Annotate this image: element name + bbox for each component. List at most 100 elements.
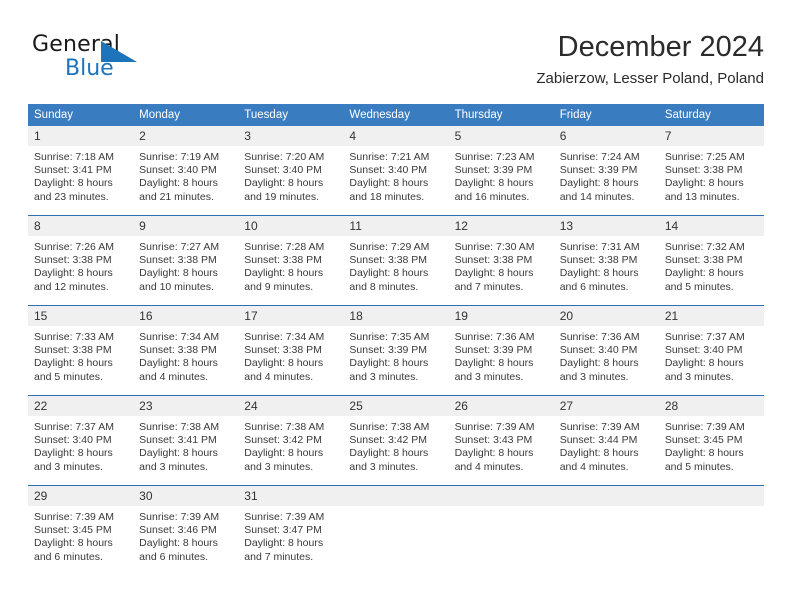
sunset-text: Sunset: 3:38 PM (139, 344, 217, 357)
calendar-day-cell-empty (343, 485, 449, 575)
calendar-day-cell[interactable]: 26 Sunrise: 7:39 AM Sunset: 3:43 PM Dayl… (448, 395, 554, 486)
sunset-text: Sunset: 3:38 PM (664, 164, 743, 177)
calendar-day-cell[interactable]: 3 Sunrise: 7:20 AM Sunset: 3:40 PM Dayli… (238, 126, 344, 216)
daylight-text-line2: and 19 minutes. (244, 190, 319, 203)
day-details (449, 506, 554, 511)
sunset-text: Sunset: 3:38 PM (664, 254, 743, 267)
calendar-day-cell[interactable]: 27 Sunrise: 7:39 AM Sunset: 3:44 PM Dayl… (553, 395, 659, 486)
daylight-text-line2: and 7 minutes. (454, 280, 524, 293)
daylight-text-line2: and 4 minutes. (244, 370, 314, 383)
calendar-page: General Blue December 2024 Zabierzow, Le… (0, 0, 792, 612)
calendar-day-cell[interactable]: 4 Sunrise: 7:21 AM Sunset: 3:40 PM Dayli… (343, 126, 449, 216)
calendar-day-cell[interactable]: 2 Sunrise: 7:19 AM Sunset: 3:40 PM Dayli… (133, 126, 239, 216)
daylight-text-line1: Daylight: 8 hours (349, 177, 429, 190)
daylight-text-line1: Daylight: 8 hours (34, 267, 113, 280)
day-number: 24 (238, 396, 344, 416)
calendar-day-cell[interactable]: 1 Sunrise: 7:18 AM Sunset: 3:41 PM Dayli… (28, 126, 134, 216)
daylight-text-line2: and 6 minutes. (139, 550, 209, 563)
calendar-day-cell[interactable]: 18 Sunrise: 7:35 AM Sunset: 3:39 PM Dayl… (343, 305, 449, 396)
daylight-text-line1: Daylight: 8 hours (139, 267, 218, 280)
sunset-text: Sunset: 3:44 PM (559, 434, 638, 447)
day-number (658, 486, 764, 506)
day-details (659, 506, 764, 511)
calendar-day-cell[interactable]: 16 Sunrise: 7:34 AM Sunset: 3:38 PM Dayl… (133, 305, 239, 396)
sunrise-text: Sunrise: 7:19 AM (139, 151, 220, 163)
calendar-day-cell[interactable]: 14 Sunrise: 7:32 AM Sunset: 3:38 PM Dayl… (658, 215, 764, 306)
day-number: 4 (343, 126, 449, 146)
calendar-day-cell[interactable]: 28 Sunrise: 7:39 AM Sunset: 3:45 PM Dayl… (658, 395, 764, 486)
calendar-day-cell-empty (553, 485, 659, 575)
sunset-text: Sunset: 3:45 PM (664, 434, 743, 447)
sunset-text: Sunset: 3:42 PM (244, 434, 322, 447)
day-details: Sunrise: 7:36 AM Sunset: 3:40 PM Dayligh… (554, 326, 659, 384)
daylight-text-line2: and 13 minutes. (664, 190, 740, 203)
daylight-text-line1: Daylight: 8 hours (244, 537, 324, 550)
calendar-day-cell[interactable]: 25 Sunrise: 7:38 AM Sunset: 3:42 PM Dayl… (343, 395, 449, 486)
calendar-day-cell[interactable]: 21 Sunrise: 7:37 AM Sunset: 3:40 PM Dayl… (658, 305, 764, 396)
calendar-week-row: 15 Sunrise: 7:33 AM Sunset: 3:38 PM Dayl… (28, 305, 764, 396)
daylight-text-line1: Daylight: 8 hours (664, 447, 744, 460)
daylight-text-line1: Daylight: 8 hours (349, 447, 429, 460)
day-details: Sunrise: 7:23 AM Sunset: 3:39 PM Dayligh… (449, 146, 554, 204)
calendar-day-cell-empty (658, 485, 764, 575)
sunrise-text: Sunrise: 7:27 AM (139, 241, 220, 253)
calendar-day-cell[interactable]: 9 Sunrise: 7:27 AM Sunset: 3:38 PM Dayli… (133, 215, 239, 306)
calendar-day-cell[interactable]: 17 Sunrise: 7:34 AM Sunset: 3:38 PM Dayl… (238, 305, 344, 396)
day-details: Sunrise: 7:29 AM Sunset: 3:38 PM Dayligh… (343, 236, 448, 294)
day-details: Sunrise: 7:32 AM Sunset: 3:38 PM Dayligh… (659, 236, 764, 294)
weekday-header-thursday: Thursday (448, 104, 554, 126)
daylight-text-line2: and 3 minutes. (664, 370, 734, 383)
sunset-text: Sunset: 3:40 PM (139, 164, 217, 177)
sunrise-text: Sunrise: 7:25 AM (664, 151, 745, 163)
calendar-day-cell[interactable]: 15 Sunrise: 7:33 AM Sunset: 3:38 PM Dayl… (28, 305, 134, 396)
sunrise-text: Sunrise: 7:37 AM (664, 331, 745, 343)
calendar-day-cell[interactable]: 30 Sunrise: 7:39 AM Sunset: 3:46 PM Dayl… (133, 485, 239, 575)
daylight-text-line2: and 21 minutes. (139, 190, 214, 203)
calendar-day-cell[interactable]: 31 Sunrise: 7:39 AM Sunset: 3:47 PM Dayl… (238, 485, 344, 575)
daylight-text-line2: and 3 minutes. (559, 370, 629, 383)
sunrise-text: Sunrise: 7:23 AM (454, 151, 535, 163)
calendar-day-cell[interactable]: 6 Sunrise: 7:24 AM Sunset: 3:39 PM Dayli… (553, 126, 659, 216)
calendar-day-cell[interactable]: 11 Sunrise: 7:29 AM Sunset: 3:38 PM Dayl… (343, 215, 449, 306)
sunset-text: Sunset: 3:38 PM (34, 254, 112, 267)
calendar-day-cell[interactable]: 7 Sunrise: 7:25 AM Sunset: 3:38 PM Dayli… (658, 126, 764, 216)
weekday-header-sunday: Sunday (28, 104, 134, 126)
calendar-day-cell[interactable]: 5 Sunrise: 7:23 AM Sunset: 3:39 PM Dayli… (448, 126, 554, 216)
sunrise-text: Sunrise: 7:28 AM (244, 241, 325, 253)
daylight-text-line1: Daylight: 8 hours (244, 267, 324, 280)
day-details: Sunrise: 7:39 AM Sunset: 3:46 PM Dayligh… (133, 506, 238, 564)
sunset-text: Sunset: 3:40 PM (559, 344, 638, 357)
sunrise-text: Sunrise: 7:26 AM (34, 241, 114, 253)
calendar-table: Sunday Monday Tuesday Wednesday Thursday… (28, 104, 764, 575)
calendar-day-cell[interactable]: 12 Sunrise: 7:30 AM Sunset: 3:38 PM Dayl… (448, 215, 554, 306)
calendar-day-cell[interactable]: 8 Sunrise: 7:26 AM Sunset: 3:38 PM Dayli… (28, 215, 134, 306)
page-header: General Blue December 2024 Zabierzow, Le… (28, 28, 764, 96)
calendar-week-row: 1 Sunrise: 7:18 AM Sunset: 3:41 PM Dayli… (28, 126, 764, 216)
daylight-text-line1: Daylight: 8 hours (454, 357, 534, 370)
sunset-text: Sunset: 3:40 PM (34, 434, 112, 447)
calendar-day-cell[interactable]: 22 Sunrise: 7:37 AM Sunset: 3:40 PM Dayl… (28, 395, 134, 486)
calendar-day-cell[interactable]: 13 Sunrise: 7:31 AM Sunset: 3:38 PM Dayl… (553, 215, 659, 306)
calendar-day-cell[interactable]: 10 Sunrise: 7:28 AM Sunset: 3:38 PM Dayl… (238, 215, 344, 306)
calendar-day-cell[interactable]: 20 Sunrise: 7:36 AM Sunset: 3:40 PM Dayl… (553, 305, 659, 396)
day-number: 31 (238, 486, 344, 506)
sunrise-text: Sunrise: 7:33 AM (34, 331, 114, 343)
calendar-day-cell[interactable]: 19 Sunrise: 7:36 AM Sunset: 3:39 PM Dayl… (448, 305, 554, 396)
day-details: Sunrise: 7:24 AM Sunset: 3:39 PM Dayligh… (554, 146, 659, 204)
calendar-day-cell[interactable]: 29 Sunrise: 7:39 AM Sunset: 3:45 PM Dayl… (28, 485, 134, 575)
daylight-text-line2: and 9 minutes. (244, 280, 314, 293)
day-details: Sunrise: 7:35 AM Sunset: 3:39 PM Dayligh… (343, 326, 448, 384)
daylight-text-line2: and 12 minutes. (34, 280, 109, 293)
day-number: 26 (448, 396, 554, 416)
day-details: Sunrise: 7:26 AM Sunset: 3:38 PM Dayligh… (28, 236, 133, 294)
sunset-text: Sunset: 3:40 PM (664, 344, 743, 357)
daylight-text-line2: and 14 minutes. (559, 190, 635, 203)
day-details: Sunrise: 7:19 AM Sunset: 3:40 PM Dayligh… (133, 146, 238, 204)
day-number: 21 (658, 306, 764, 326)
sunrise-text: Sunrise: 7:29 AM (349, 241, 430, 253)
daylight-text-line1: Daylight: 8 hours (559, 357, 639, 370)
sunset-text: Sunset: 3:40 PM (349, 164, 428, 177)
calendar-day-cell[interactable]: 23 Sunrise: 7:38 AM Sunset: 3:41 PM Dayl… (133, 395, 239, 486)
day-number: 2 (133, 126, 239, 146)
calendar-day-cell[interactable]: 24 Sunrise: 7:38 AM Sunset: 3:42 PM Dayl… (238, 395, 344, 486)
